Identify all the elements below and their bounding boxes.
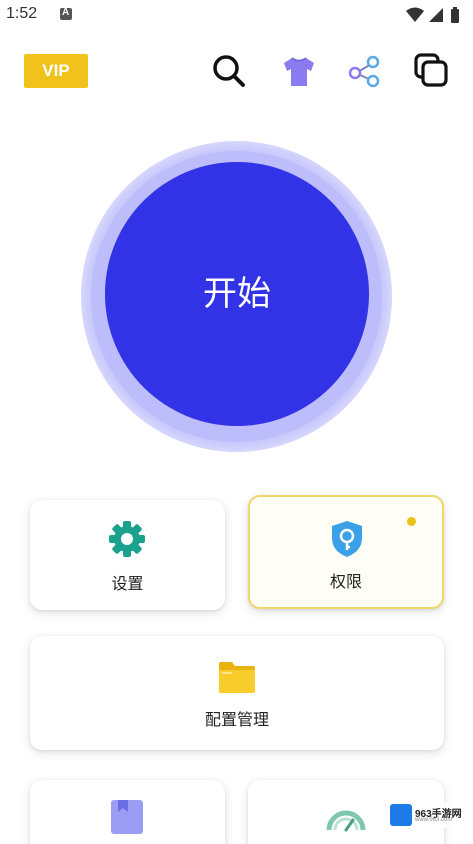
status-icons	[405, 6, 467, 24]
a-notification-icon	[60, 7, 72, 20]
copy-icon[interactable]	[413, 52, 451, 90]
watermark: 963手游网 www.963.com	[388, 802, 468, 828]
gear-icon	[108, 520, 146, 558]
start-button-container: 开始	[81, 141, 392, 452]
watermark-subtitle: www.963.com	[415, 817, 453, 823]
signal-icon	[429, 8, 443, 22]
shirt-icon[interactable]	[280, 52, 318, 90]
top-bar: VIP	[0, 50, 473, 92]
book-icon	[110, 798, 144, 834]
permissions-label: 权限	[329, 572, 362, 591]
battery-icon	[451, 7, 459, 23]
config-management-card[interactable]: 配置管理	[30, 636, 444, 750]
status-time: 1:52	[6, 5, 38, 22]
bottom-left-card[interactable]	[30, 780, 225, 844]
search-icon[interactable]	[210, 52, 248, 90]
permissions-card[interactable]: 权限	[248, 495, 444, 609]
config-management-label: 配置管理	[204, 710, 269, 729]
notification-dot	[407, 517, 416, 526]
watermark-logo-icon	[390, 804, 412, 826]
folder-icon	[218, 660, 256, 694]
start-button[interactable]: 开始	[105, 162, 369, 426]
speedometer-icon	[326, 802, 366, 832]
wifi-icon	[406, 7, 424, 22]
status-bar: 1:52	[0, 0, 473, 30]
settings-label: 设置	[111, 574, 144, 593]
settings-card[interactable]: 设置	[30, 500, 225, 610]
shield-key-icon	[329, 520, 365, 558]
vip-badge[interactable]: VIP	[24, 54, 88, 88]
share-icon[interactable]	[346, 52, 384, 90]
